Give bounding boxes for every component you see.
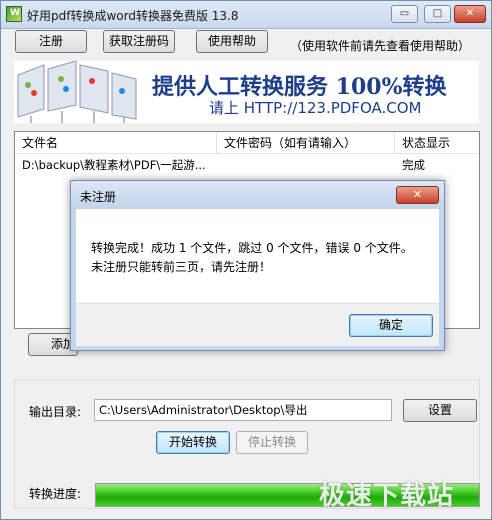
dialog-footer: 确定 [76,303,439,346]
settings-button[interactable]: 设置 [403,399,477,422]
ok-button[interactable]: 确定 [349,314,433,337]
row-status: 完成 [402,158,425,172]
maximize-button[interactable]: □ [424,5,451,23]
dialog-close-icon[interactable]: ✕ [396,186,439,204]
output-path-input[interactable]: C:\Users\Administrator\Desktop\导出 [94,399,392,421]
column-password[interactable]: 文件密码（如有请输入） [217,132,395,154]
window-title: 好用pdf转换成word转换器免费版 13.8 [27,9,239,23]
dialog-title-bar[interactable]: 未注册 ✕ [71,181,444,209]
stop-convert-button[interactable]: 停止转换 [236,431,308,454]
register-button[interactable]: 注册 [15,30,87,53]
unregistered-dialog: 未注册 ✕ 转换完成！成功 1 个文件，跳过 0 个文件，错误 0 个文件。 未… [70,180,445,351]
row-password[interactable] [217,155,395,175]
get-code-button[interactable]: 获取注册码 [103,30,175,53]
help-button[interactable]: 使用帮助 [196,30,268,53]
dialog-message-line1: 转换完成！成功 1 个文件，跳过 0 个文件，错误 0 个文件。 [91,241,413,255]
output-label: 输出目录: [29,405,82,419]
watermark: 极速下载站 [319,481,455,511]
minimize-button[interactable]: ▭ [391,5,418,23]
title-bar[interactable]: 好用pdf转换成word转换器免费版 13.8 ▭ □ ✕ [1,1,491,29]
dialog-message-line2: 未注册只能转前三页，请先注册！ [91,260,272,274]
column-filename[interactable]: 文件名 [15,132,217,154]
app-word-icon [6,6,22,22]
row-filename: D:\backup\教程素材\PDF\一起游... [22,158,206,172]
start-convert-button[interactable]: 开始转换 [156,431,230,454]
progress-label: 转换进度: [29,487,82,501]
banner-url: 请上 HTTP://123.PDFOA.COM [209,99,422,117]
main-window: 好用pdf转换成word转换器免费版 13.8 ▭ □ ✕ 注册 获取注册码 使… [0,0,492,520]
whiteboard-illustration-icon [14,61,149,123]
close-button[interactable]: ✕ [454,5,486,23]
help-hint: （使用软件前请先查看使用帮助） [290,39,471,53]
column-status[interactable]: 状态显示 [395,132,479,154]
banner: 提供人工转换服务 100%转换 请上 HTTP://123.PDFOA.COM [14,61,479,123]
dialog-body: 转换完成！成功 1 个文件，跳过 0 个文件，错误 0 个文件。 未注册只能转前… [76,209,439,303]
dialog-title: 未注册 [80,190,117,204]
